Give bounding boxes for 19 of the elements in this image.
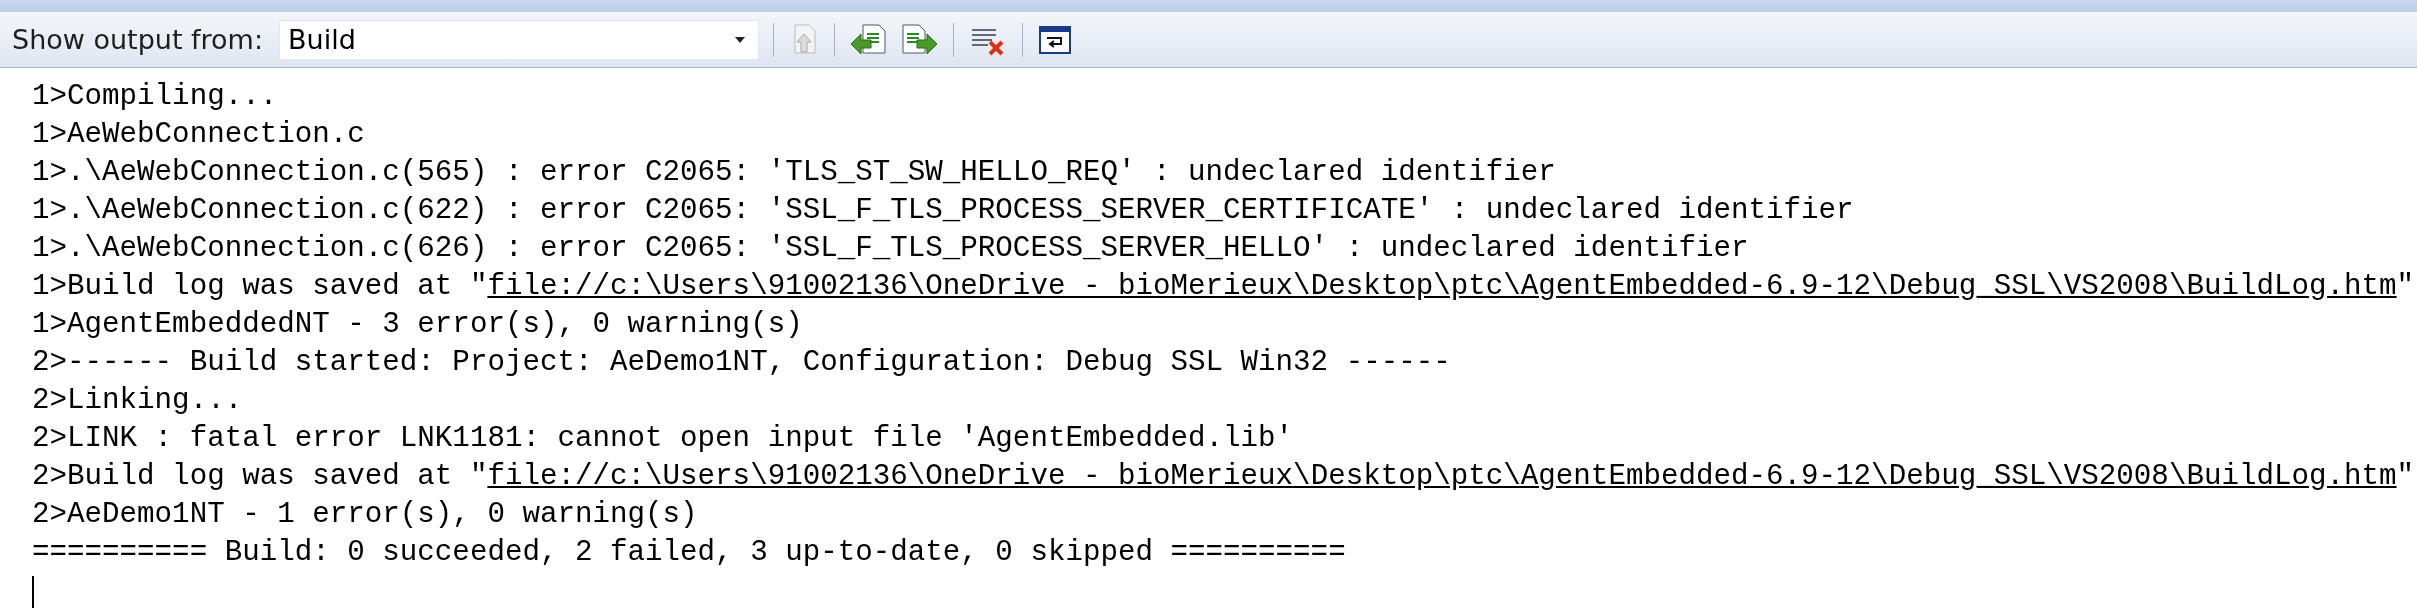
build-log-link[interactable]: file://c:\Users\91002136\OneDrive - bioMerieux\Desktop\ptc\AgentEmbedded-6.9-12\Debug_SSL\VS2008\BuildLog.htm	[487, 460, 2397, 493]
output-line: 2>------ Build started: Project: AeDemo1NT, Configuration: Debug SSL Win32 ------	[32, 345, 1452, 381]
output-line: 1>.\AeWebConnection.c(626) : error C2065: 'SSL_F_TLS_PROCESS_SERVER_HELLO' : undeclared identifier	[32, 231, 1750, 267]
output-line: 1>AgentEmbeddedNT - 3 error(s), 0 warning(s)	[32, 307, 804, 343]
output-line: 1>Compiling...	[32, 79, 279, 115]
output-line: 1>AeWebConnection.c	[32, 117, 366, 153]
output-line: 2>AeDemo1NT - 1 error(s), 0 warning(s)	[32, 497, 699, 533]
caret-icon	[734, 35, 746, 44]
output-line: 1>Build log was saved at "file://c:\Users\91002136\OneDrive - bioMerieux\Desktop\ptc\AgentEmbedded-6.9-12\Debug_SSL\VS2008\BuildLog.htm"	[32, 269, 2416, 305]
output-line: 1>.\AeWebConnection.c(622) : error C2065: 'SSL_F_TLS_PROCESS_SERVER_CERTIFICATE' : undeclared identifier	[32, 193, 1855, 229]
output-line: 2>Build log was saved at "file://c:\Users\91002136\OneDrive - bioMerieux\Desktop\ptc\AgentEmbedded-6.9-12\Debug_SSL\VS2008\BuildLog.htm"	[32, 459, 2416, 495]
output-source-dropdown[interactable]: Build	[279, 19, 759, 60]
output-source-label: Show output from:	[12, 24, 263, 55]
output-line: 2>LINK : fatal error LNK1181: cannot open input file 'AgentEmbedded.lib'	[32, 421, 1295, 457]
text-cursor	[32, 576, 34, 608]
output-line: ========== Build: 0 succeeded, 2 failed, 3 up-to-date, 0 skipped ==========	[32, 535, 1347, 571]
output-line: 2>Linking...	[32, 383, 244, 419]
output-line: 1>.\AeWebConnection.c(565) : error C2065: 'TLS_ST_SW_HELLO_REQ' : undeclared identifier	[32, 155, 1557, 191]
build-log-link[interactable]: file://c:\Users\91002136\OneDrive - bioMerieux\Desktop\ptc\AgentEmbedded-6.9-12\Debug_SSL\VS2008\BuildLog.htm	[487, 270, 2397, 303]
